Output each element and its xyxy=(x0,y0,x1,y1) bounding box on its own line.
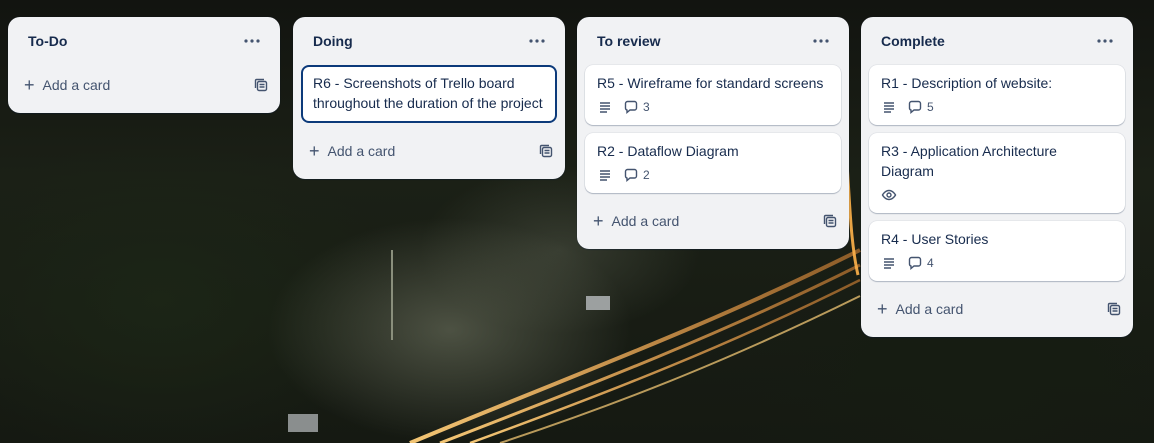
card-list: R5 - Wireframe for standard screens 3 R2… xyxy=(577,65,849,193)
description-icon xyxy=(597,99,613,115)
list-footer: + Add a card xyxy=(577,201,849,241)
card-title: R4 - User Stories xyxy=(881,231,989,247)
comment-count: 5 xyxy=(927,100,934,114)
plus-icon: + xyxy=(593,211,604,231)
list-complete: Complete R1 - Description of website: 5 xyxy=(861,17,1133,337)
card[interactable]: R4 - User Stories 4 xyxy=(869,221,1125,281)
list-footer: + Add a card xyxy=(861,289,1133,329)
list-title[interactable]: To-Do xyxy=(28,33,67,49)
comment-count: 4 xyxy=(927,256,934,270)
card-title: R5 - Wireframe for standard screens xyxy=(597,75,824,91)
description-icon xyxy=(597,167,613,183)
board-canvas: To-Do + Add a card Doing R6 - Screenshot xyxy=(0,0,1154,443)
add-card-button[interactable]: + Add a card xyxy=(24,76,110,94)
card-badges: 5 xyxy=(881,95,1113,119)
list-footer: + Add a card xyxy=(293,131,565,171)
more-horizontal-icon[interactable] xyxy=(236,25,268,57)
add-card-button[interactable]: + Add a card xyxy=(877,300,963,318)
comment-icon xyxy=(624,100,638,114)
comment-icon xyxy=(624,168,638,182)
list-doing: Doing R6 - Screenshots of Trello board t… xyxy=(293,17,565,179)
card-template-icon[interactable] xyxy=(539,144,553,158)
list-header: To review xyxy=(577,17,849,65)
add-card-button[interactable]: + Add a card xyxy=(593,212,679,230)
card[interactable]: R3 - Application Architecture Diagram xyxy=(869,133,1125,213)
card[interactable]: R5 - Wireframe for standard screens 3 xyxy=(585,65,841,125)
more-horizontal-icon[interactable] xyxy=(805,25,837,57)
list-to-review: To review R5 - Wireframe for standard sc… xyxy=(577,17,849,249)
comment-badge: 4 xyxy=(907,255,934,271)
card-title: R3 - Application Architecture Diagram xyxy=(881,143,1057,179)
add-card-button[interactable]: + Add a card xyxy=(309,142,395,160)
list-header: To-Do xyxy=(8,17,280,65)
list-to-do: To-Do + Add a card xyxy=(8,17,280,113)
card-badges: 4 xyxy=(881,251,1113,275)
comment-icon xyxy=(908,256,922,270)
plus-icon: + xyxy=(24,75,35,95)
card-badges: 2 xyxy=(597,163,829,187)
description-icon xyxy=(881,255,897,271)
plus-icon: + xyxy=(309,141,320,161)
comment-count: 2 xyxy=(643,168,650,182)
card-template-icon[interactable] xyxy=(1107,302,1121,316)
description-icon xyxy=(881,99,897,115)
card-badges xyxy=(881,183,1113,207)
comment-count: 3 xyxy=(643,100,650,114)
list-title[interactable]: Doing xyxy=(313,33,353,49)
list-title[interactable]: Complete xyxy=(881,33,945,49)
list-footer: + Add a card xyxy=(8,65,280,105)
add-card-label: Add a card xyxy=(42,77,111,93)
card-title: R2 - Dataflow Diagram xyxy=(597,143,739,159)
list-header: Doing xyxy=(293,17,565,65)
comment-badge: 2 xyxy=(623,167,650,183)
eye-icon xyxy=(881,187,897,203)
card-title: R1 - Description of website: xyxy=(881,75,1053,91)
comment-icon xyxy=(908,100,922,114)
add-card-label: Add a card xyxy=(895,301,964,317)
add-card-label: Add a card xyxy=(327,143,396,159)
list-title[interactable]: To review xyxy=(597,33,661,49)
card[interactable]: R2 - Dataflow Diagram 2 xyxy=(585,133,841,193)
comment-badge: 5 xyxy=(907,99,934,115)
card[interactable]: R1 - Description of website: 5 xyxy=(869,65,1125,125)
card-list: R1 - Description of website: 5 R3 - Appl… xyxy=(861,65,1133,281)
card[interactable]: R6 - Screenshots of Trello board through… xyxy=(301,65,557,123)
card-title: R6 - Screenshots of Trello board through… xyxy=(313,75,543,111)
list-header: Complete xyxy=(861,17,1133,65)
comment-badge: 3 xyxy=(623,99,650,115)
card-list: R6 - Screenshots of Trello board through… xyxy=(293,65,565,123)
card-badges: 3 xyxy=(597,95,829,119)
more-horizontal-icon[interactable] xyxy=(521,25,553,57)
card-template-icon[interactable] xyxy=(254,78,268,92)
more-horizontal-icon[interactable] xyxy=(1089,25,1121,57)
plus-icon: + xyxy=(877,299,888,319)
add-card-label: Add a card xyxy=(611,213,680,229)
card-template-icon[interactable] xyxy=(823,214,837,228)
